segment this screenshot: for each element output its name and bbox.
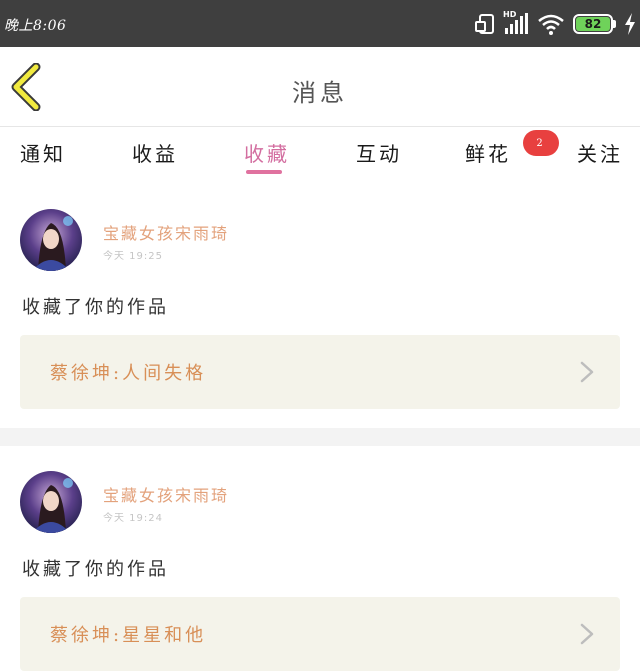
tab-interactions[interactable]: 互动 bbox=[356, 138, 402, 167]
work-title: 蔡徐坤:星星和他 bbox=[50, 625, 207, 646]
avatar[interactable] bbox=[20, 209, 82, 271]
message-text: 收藏了你的作品 bbox=[22, 297, 169, 318]
chevron-right-icon bbox=[580, 623, 594, 645]
signal-icon: HD bbox=[503, 10, 529, 35]
chevron-right-icon bbox=[580, 361, 594, 383]
tab-bar: 通知 收益 收藏 2 互动 鲜花 关注 bbox=[0, 128, 640, 178]
active-tab-indicator bbox=[246, 170, 282, 174]
tab-earnings[interactable]: 收益 bbox=[132, 138, 178, 167]
tab-favorites[interactable]: 收藏 2 bbox=[244, 130, 559, 167]
work-card[interactable]: 蔡徐坤:人间失格 bbox=[20, 335, 620, 409]
tab-favorites-badge: 2 bbox=[523, 130, 559, 156]
page-title: 消息 bbox=[292, 79, 348, 107]
header: 消息 bbox=[0, 47, 640, 127]
sender-name[interactable]: 宝藏女孩宋雨琦 bbox=[103, 482, 229, 506]
tab-flowers[interactable]: 鲜花 bbox=[465, 138, 511, 167]
network-label: HD bbox=[503, 10, 517, 19]
status-time: 晚上8:06 bbox=[4, 18, 67, 34]
status-bar: 晚上8:06 HD 82 bbox=[0, 0, 640, 47]
sender-name[interactable]: 宝藏女孩宋雨琦 bbox=[103, 220, 229, 244]
message-time: 今天 19:24 bbox=[103, 513, 163, 524]
message-item: 宝藏女孩宋雨琦 今天 19:24 收藏了你的作品 蔡徐坤:星星和他 bbox=[0, 446, 640, 672]
section-divider bbox=[0, 428, 640, 446]
tab-notifications[interactable]: 通知 bbox=[20, 138, 66, 167]
screen-rotate-icon bbox=[475, 14, 495, 34]
message-text: 收藏了你的作品 bbox=[22, 559, 169, 580]
battery-icon: 82 bbox=[573, 14, 616, 34]
message-item: 宝藏女孩宋雨琦 今天 19:25 收藏了你的作品 蔡徐坤:人间失格 bbox=[0, 180, 640, 428]
tab-favorites-label: 收藏 bbox=[244, 142, 290, 166]
battery-level: 82 bbox=[576, 17, 610, 31]
work-title: 蔡徐坤:人间失格 bbox=[50, 363, 207, 384]
work-card[interactable]: 蔡徐坤:星星和他 bbox=[20, 597, 620, 671]
tab-following[interactable]: 关注 bbox=[577, 138, 623, 167]
charging-icon bbox=[624, 13, 636, 35]
message-time: 今天 19:25 bbox=[103, 251, 163, 262]
status-icons: HD 82 bbox=[475, 10, 636, 36]
avatar[interactable] bbox=[20, 471, 82, 533]
wifi-icon bbox=[537, 13, 565, 35]
